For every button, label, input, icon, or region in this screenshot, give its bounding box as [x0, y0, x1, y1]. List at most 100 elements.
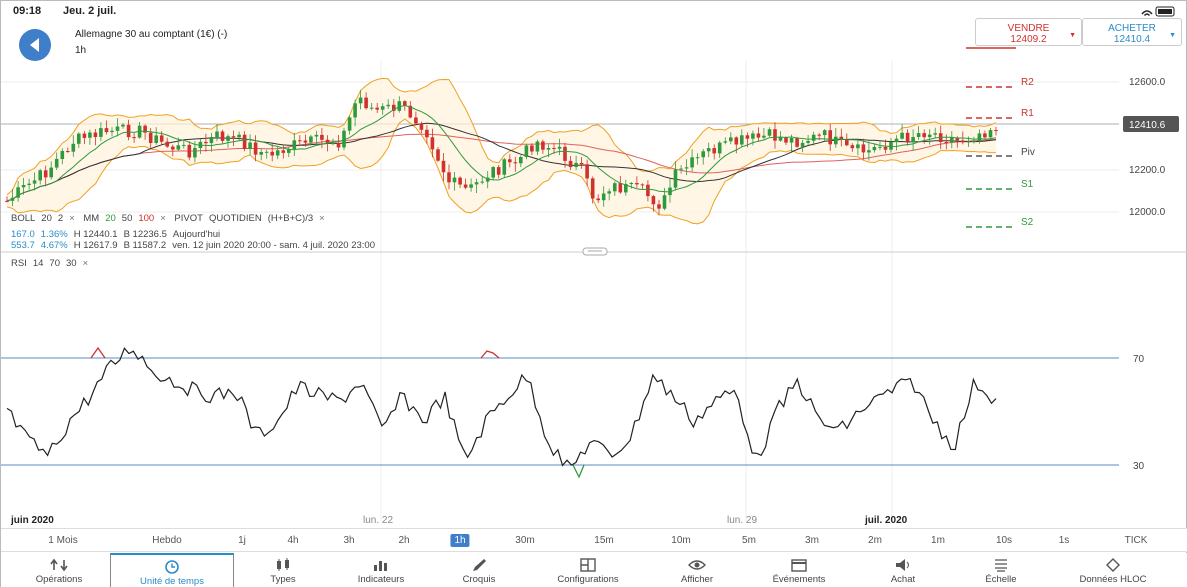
candle-body: [43, 170, 48, 178]
timeframe-1m[interactable]: 1m: [927, 534, 949, 547]
speaker-icon: [896, 559, 909, 571]
tab-pencil[interactable]: Croquis: [434, 553, 524, 587]
candle-body: [508, 159, 512, 163]
tab-calendar[interactable]: Événements: [754, 553, 844, 587]
timeframe-3h[interactable]: 3h: [339, 534, 358, 547]
candle-body: [745, 135, 750, 139]
candle-body: [717, 142, 722, 154]
tab-clock[interactable]: Unité de temps: [110, 553, 234, 587]
mm-period-100: 100: [138, 213, 155, 224]
candle-body: [541, 141, 545, 150]
tab-scale[interactable]: Échelle: [956, 553, 1046, 587]
candle-body: [729, 137, 733, 142]
date-label: juin 2020: [10, 515, 54, 526]
rsi-oversold-segment: [572, 464, 585, 479]
timeframe-3m[interactable]: 3m: [801, 534, 823, 547]
candle-body: [458, 177, 462, 185]
candle-body: [71, 143, 76, 152]
timeframe-1s[interactable]: 1s: [1055, 534, 1074, 547]
candle-body: [822, 130, 827, 136]
candle-body: [679, 168, 683, 170]
tab-candles[interactable]: Types: [238, 553, 328, 587]
remove-pivot-icon[interactable]: ×: [319, 213, 325, 224]
candle-body: [193, 147, 197, 158]
mm-name: MM: [83, 213, 100, 224]
candle-body: [856, 144, 860, 149]
candle-body: [331, 143, 335, 145]
candle-body: [530, 145, 534, 152]
timeframe-5m[interactable]: 5m: [738, 534, 760, 547]
pencil-icon: [473, 559, 486, 571]
tab-speaker[interactable]: Achat: [858, 553, 948, 587]
remove-boll-icon[interactable]: ×: [69, 213, 75, 224]
boll-dev: 2: [57, 213, 64, 224]
timeframe-4h[interactable]: 4h: [283, 534, 302, 547]
candle-body: [927, 134, 932, 138]
timeframe-15m[interactable]: 15m: [590, 534, 617, 547]
candle-body: [834, 136, 838, 145]
pivot-s1-label: S1: [1021, 179, 1034, 190]
candle-body: [115, 126, 120, 131]
candle-body: [900, 132, 904, 139]
timeframe-2h[interactable]: 2h: [394, 534, 413, 547]
tab-layout[interactable]: Configurations: [543, 553, 633, 587]
timeframe-10s[interactable]: 10s: [992, 534, 1016, 547]
candle-body: [32, 180, 37, 184]
candle-body: [817, 134, 821, 136]
tab-label: Achat: [890, 574, 916, 585]
candle-body: [850, 145, 855, 149]
price-tick: 12000.0: [1129, 207, 1166, 218]
timeframe-bar: 1 Mois Hebdo 1j 4h 3h 2h 1h 30m 15m 10m 5m 3m 2m 1m 10…: [1, 528, 1187, 552]
candle-body: [546, 148, 551, 150]
stat-period: ven. 12 juin 2020 20:00 - sam. 4 juil. 2…: [172, 240, 375, 251]
timeframe-1j[interactable]: 1j: [234, 534, 250, 547]
candle-body: [121, 124, 125, 127]
price-tick: 12600.0: [1129, 77, 1166, 88]
candle-body: [889, 142, 893, 150]
pivot-name: PIVOT: [174, 213, 203, 224]
timeframe-1-mois[interactable]: 1 Mois: [44, 534, 81, 547]
tab-diamond[interactable]: Données HLOC: [1068, 553, 1158, 587]
candle-body: [248, 142, 252, 149]
candle-body: [469, 184, 473, 188]
candle-body: [861, 144, 866, 153]
candle-body: [983, 133, 987, 138]
candles-icon: [277, 558, 289, 571]
timeframe-hebdo[interactable]: Hebdo: [148, 534, 185, 547]
timeframe-10m[interactable]: 10m: [667, 534, 694, 547]
bars-icon: [374, 561, 387, 571]
stat-period: Aujourd'hui: [172, 229, 221, 240]
stat-change-pct: 1.36%: [40, 229, 68, 240]
timeframe-1h[interactable]: 1h: [450, 534, 470, 547]
tab-arrows[interactable]: Opérations: [14, 553, 104, 587]
stats-row-range: 553.7 4.67% H 12617.9 B 11587.2 ven. 12 juin…: [11, 240, 381, 251]
candle-body: [535, 141, 540, 152]
timeframe-30m[interactable]: 30m: [511, 534, 538, 547]
candle-body: [270, 151, 274, 156]
candle-body: [126, 124, 131, 138]
candle-body: [646, 184, 650, 197]
candle-body: [259, 152, 263, 155]
timeframe-tick[interactable]: TICK: [1121, 534, 1152, 547]
tab-bars[interactable]: Indicateurs: [336, 553, 426, 587]
tab-label: Configurations: [557, 574, 619, 585]
rsi-period: 14: [32, 258, 44, 269]
candle-body: [88, 132, 92, 138]
tab-eye[interactable]: Afficher: [652, 553, 742, 587]
candle-body: [187, 144, 192, 158]
price-chart[interactable]: R2 R1 Piv S1 S2 12600.0 12200.0 12000.0 …: [1, 1, 1187, 528]
candle-body: [364, 97, 368, 109]
tab-label: Données HLOC: [1079, 574, 1147, 585]
pivot-s2-label: S2: [1021, 217, 1034, 228]
rsi-line: [6, 347, 997, 467]
candle-body: [231, 136, 236, 138]
candle-body: [209, 137, 214, 144]
remove-mm-icon[interactable]: ×: [160, 213, 166, 224]
candle-body: [491, 167, 495, 178]
candle-body: [358, 97, 363, 104]
stat-change-pct: 4.67%: [40, 240, 68, 251]
stat-low: B 11587.2: [123, 240, 167, 251]
timeframe-2m[interactable]: 2m: [864, 534, 886, 547]
remove-rsi-icon[interactable]: ×: [83, 258, 89, 269]
candle-body: [806, 140, 810, 143]
